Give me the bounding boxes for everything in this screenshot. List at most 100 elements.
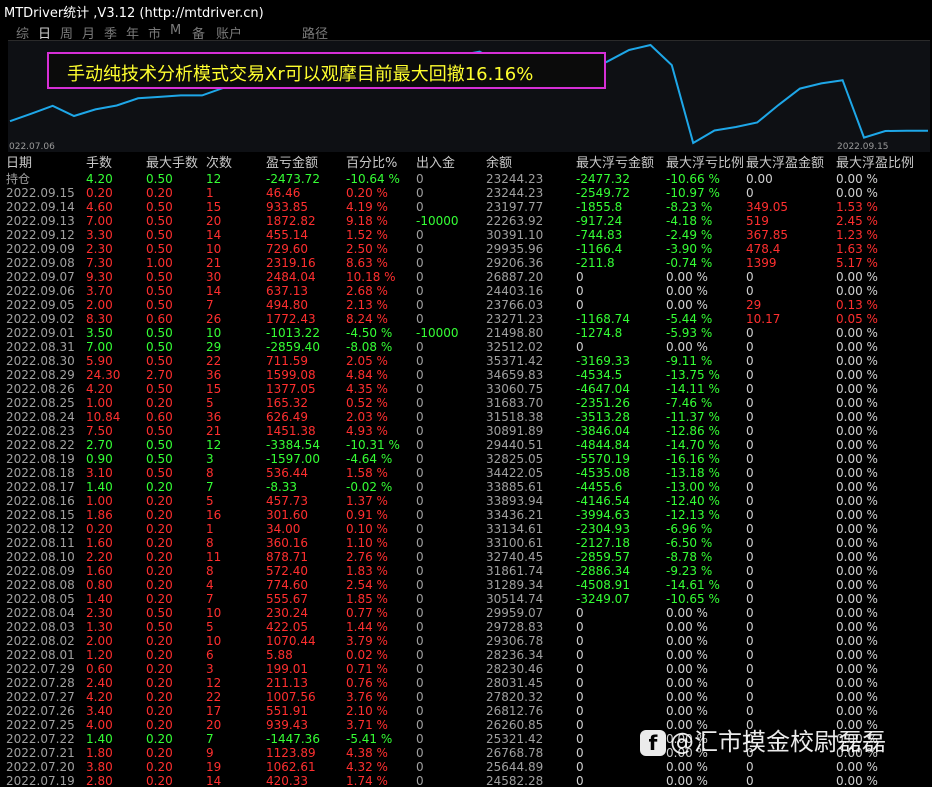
tab-7[interactable]: M: [170, 23, 181, 38]
table-cell: -2304.93: [576, 522, 630, 536]
table-row[interactable]: 2022.09.07 9.30 0.50 30 2484.04 10.18 % 0 26887…: [0, 270, 932, 284]
table-cell: 2022.08.25: [6, 396, 75, 410]
table-cell: -11.37 %: [666, 410, 720, 424]
table-cell: 0: [746, 368, 754, 382]
table-cell: 2.80: [86, 774, 113, 787]
table-cell: 0.50: [146, 438, 173, 452]
table-cell: -2549.72: [576, 186, 630, 200]
table-cell: 0.00 %: [836, 382, 878, 396]
table-row[interactable]: 2022.08.11 1.60 0.20 8 360.16 1.10 % 0 33100.61…: [0, 536, 932, 550]
table-cell: 0: [416, 704, 424, 718]
table-row[interactable]: 2022.09.05 2.00 0.50 7 494.80 2.13 % 0 23766.03…: [0, 298, 932, 312]
table-row[interactable]: 2022.08.10 2.20 0.20 11 878.71 2.76 % 0 32740.4…: [0, 550, 932, 564]
table-row[interactable]: 2022.09.12 3.30 0.50 14 455.14 1.52 % 0 30391.1…: [0, 228, 932, 242]
table-cell: 0.00 %: [836, 690, 878, 704]
table-row[interactable]: 2022.08.05 1.40 0.20 7 555.67 1.85 % 0 30514.74…: [0, 592, 932, 606]
table-row[interactable]: 2022.08.24 10.84 0.60 36 626.49 2.03 % 0 31518.…: [0, 410, 932, 424]
table-cell: 0: [746, 466, 754, 480]
table-row[interactable]: 2022.08.15 1.86 0.20 16 301.60 0.91 % 0 33436.2…: [0, 508, 932, 522]
table-cell: 2022.07.29: [6, 662, 75, 676]
table-cell: 0.20: [146, 676, 173, 690]
table-cell: 0: [416, 648, 424, 662]
table-cell: 301.60: [266, 508, 308, 522]
table-row[interactable]: 持仓 4.20 0.50 12 -2473.72 -10.64 % 0 23244.23 -24…: [0, 172, 932, 186]
table-cell: 0: [416, 382, 424, 396]
table-row[interactable]: 2022.08.12 0.20 0.20 1 34.00 0.10 % 0 33134.61 -…: [0, 522, 932, 536]
table-cell: 0: [416, 340, 424, 354]
table-row[interactable]: 2022.09.15 0.20 0.20 1 46.46 0.20 % 0 23244.23 -…: [0, 186, 932, 200]
table-cell: 0.50: [146, 270, 173, 284]
table-row[interactable]: 2022.08.09 1.60 0.20 8 572.40 1.83 % 0 31861.74…: [0, 564, 932, 578]
table-row[interactable]: 2022.08.22 2.70 0.50 12 -3384.54 -10.31 % 0 294…: [0, 438, 932, 452]
column-header[interactable]: 最大浮亏比例: [666, 156, 744, 172]
table-cell: 5: [206, 620, 214, 634]
column-header[interactable]: 最大浮亏金额: [576, 156, 654, 172]
table-row[interactable]: 2022.08.08 0.80 0.20 4 774.60 2.54 % 0 31289.34…: [0, 578, 932, 592]
table-row[interactable]: 2022.08.30 5.90 0.50 22 711.59 2.05 % 0 35371.4…: [0, 354, 932, 368]
table-row[interactable]: 2022.08.19 0.90 0.50 3 -1597.00 -4.64 % 0 32825…: [0, 452, 932, 466]
table-row[interactable]: 2022.08.31 7.00 0.50 29 -2859.40 -8.08 % 0 3251…: [0, 340, 932, 354]
table-row[interactable]: 2022.09.13 7.00 0.50 20 1872.82 9.18 % -10000 2…: [0, 214, 932, 228]
table-cell: 2022.08.16: [6, 494, 75, 508]
table-cell: 0: [746, 662, 754, 676]
table-cell: 23766.03: [486, 298, 544, 312]
table-cell: 0: [746, 578, 754, 592]
weibo-logo-icon: f: [640, 730, 666, 756]
table-row[interactable]: 2022.07.26 3.40 0.20 17 551.91 2.10 % 0 26812.7…: [0, 704, 932, 718]
table-cell: 0.00 %: [836, 662, 878, 676]
table-row[interactable]: 2022.08.29 24.30 2.70 36 1599.08 4.84 % 0 34659…: [0, 368, 932, 382]
column-header[interactable]: 最大浮盈金额: [746, 156, 824, 172]
table-cell: 30891.89: [486, 424, 544, 438]
column-header[interactable]: 最大手数: [146, 156, 198, 172]
column-header[interactable]: 手数: [86, 156, 112, 172]
table-row[interactable]: 2022.08.25 1.00 0.20 5 165.32 0.52 % 0 31683.70…: [0, 396, 932, 410]
table-row[interactable]: 2022.08.17 1.40 0.20 7 -8.33 -0.02 % 0 33885.61…: [0, 480, 932, 494]
table-cell: 0: [416, 410, 424, 424]
table-row[interactable]: 2022.09.06 3.70 0.50 14 637.13 2.68 % 0 24403.1…: [0, 284, 932, 298]
table-row[interactable]: 2022.09.01 3.50 0.50 10 -1013.22 -4.50 % -1000…: [0, 326, 932, 340]
column-header[interactable]: 日期: [6, 156, 32, 172]
table-cell: 2.70: [86, 438, 113, 452]
table-cell: 0.20: [146, 690, 173, 704]
table-cell: -4146.54: [576, 494, 630, 508]
table-cell: 0: [416, 550, 424, 564]
table-row[interactable]: 2022.07.27 4.20 0.20 22 1007.56 3.76 % 0 27820.…: [0, 690, 932, 704]
table-row[interactable]: 2022.09.08 7.30 1.00 21 2319.16 8.63 % 0 29206.…: [0, 256, 932, 270]
table-cell: 0.50: [146, 424, 173, 438]
table-row[interactable]: 2022.08.04 2.30 0.50 10 230.24 0.77 % 0 29959.0…: [0, 606, 932, 620]
column-header[interactable]: 最大浮盈比例: [836, 156, 914, 172]
table-cell: 23244.23: [486, 172, 544, 186]
table-cell: 0.10 %: [346, 522, 388, 536]
table-row[interactable]: 2022.08.23 7.50 0.50 21 1451.38 4.93 % 0 30891.…: [0, 424, 932, 438]
table-row[interactable]: 2022.07.19 2.80 0.20 14 420.33 1.74 % 0 24582.2…: [0, 774, 932, 787]
table-row[interactable]: 2022.08.02 2.00 0.20 10 1070.44 3.79 % 0 29306.…: [0, 634, 932, 648]
table-row[interactable]: 2022.08.16 1.00 0.20 5 457.73 1.37 % 0 33893.94…: [0, 494, 932, 508]
table-row[interactable]: 2022.08.18 3.10 0.50 8 536.44 1.58 % 0 34422.05…: [0, 466, 932, 480]
table-row[interactable]: 2022.09.02 8.30 0.60 26 1772.43 8.24 % 0 23271.…: [0, 312, 932, 326]
table-cell: 0.00 %: [836, 270, 878, 284]
table-cell: 0: [416, 200, 424, 214]
table-cell: 494.80: [266, 298, 308, 312]
table-cell: 11: [206, 550, 222, 564]
table-cell: 422.05: [266, 620, 308, 634]
table-cell: 0: [416, 662, 424, 676]
table-cell: 0.00 %: [836, 648, 878, 662]
column-header[interactable]: 出入金: [416, 156, 455, 172]
table-row[interactable]: 2022.08.03 1.30 0.50 5 422.05 1.44 % 0 29728.83…: [0, 620, 932, 634]
table-row[interactable]: 2022.07.28 2.40 0.20 12 211.13 0.76 % 0 28031.4…: [0, 676, 932, 690]
column-header[interactable]: 盈亏金额: [266, 156, 318, 172]
table-row[interactable]: 2022.07.29 0.60 0.20 3 199.01 0.71 % 0 28230.46…: [0, 662, 932, 676]
table-cell: 31683.70: [486, 396, 544, 410]
table-cell: 165.32: [266, 396, 308, 410]
table-row[interactable]: 2022.09.14 4.60 0.50 15 933.85 4.19 % 0 23197.7…: [0, 200, 932, 214]
column-header[interactable]: 次数: [206, 156, 232, 172]
table-cell: 0.91 %: [346, 508, 388, 522]
column-header[interactable]: 余额: [486, 156, 512, 172]
table-row[interactable]: 2022.08.01 1.20 0.20 6 5.88 0.02 % 0 28236.34 0 0…: [0, 648, 932, 662]
table-cell: -10.64 %: [346, 172, 400, 186]
table-row[interactable]: 2022.08.26 4.20 0.50 15 1377.05 4.35 % 0 33060.…: [0, 382, 932, 396]
table-row[interactable]: 2022.09.09 2.30 0.50 10 729.60 2.50 % 0 29935.9…: [0, 242, 932, 256]
table-row[interactable]: 2022.07.20 3.80 0.20 19 1062.61 4.32 % 0 25644.…: [0, 760, 932, 774]
table-cell: 2022.08.18: [6, 466, 75, 480]
column-header[interactable]: 百分比%: [346, 156, 397, 172]
